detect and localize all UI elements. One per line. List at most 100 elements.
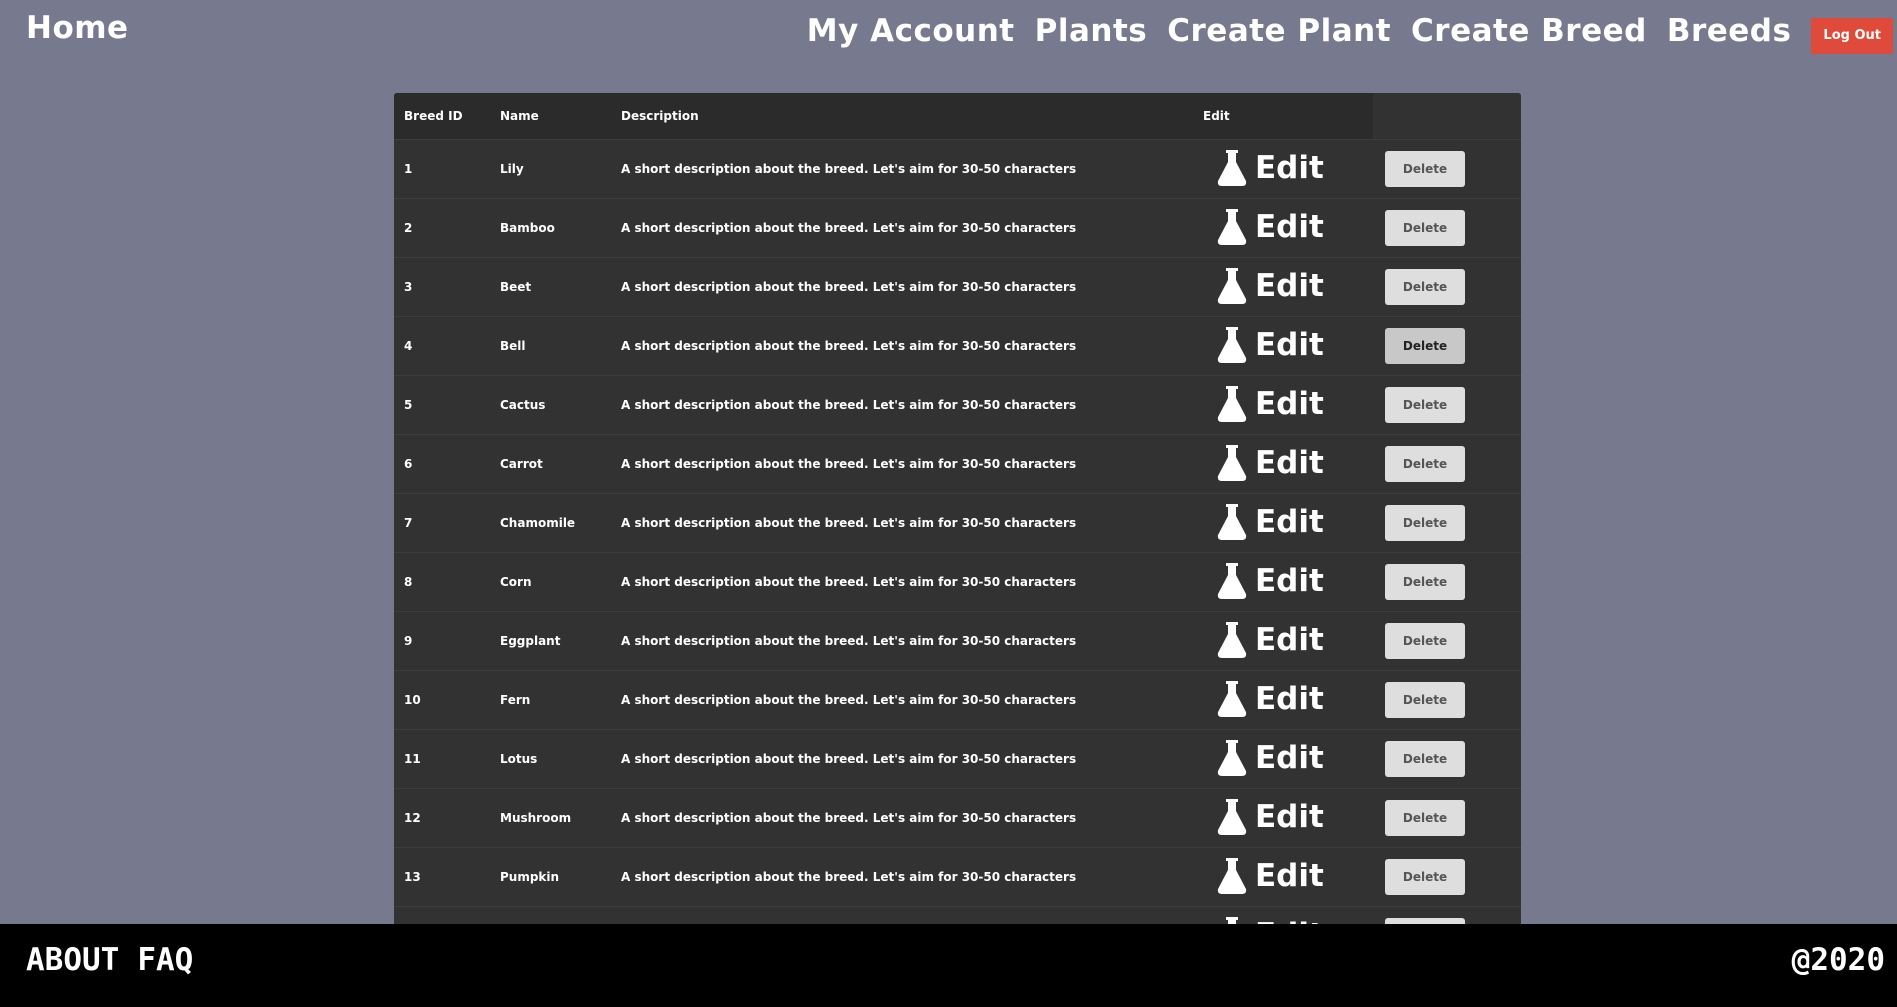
nav-my-account[interactable]: My Account xyxy=(807,13,1015,49)
breed-name-cell xyxy=(490,906,611,925)
breed-id-cell: 12 xyxy=(394,788,490,848)
table-row: 3 Beet A short description about the breed… xyxy=(394,257,1521,317)
delete-button[interactable]: Delete xyxy=(1385,387,1465,423)
table-row: 2 Bamboo A short description about the bre… xyxy=(394,198,1521,258)
edit-link[interactable]: Edit xyxy=(1217,444,1324,481)
nav-links: My Account Plants Create Plant Create Br… xyxy=(807,8,1897,54)
breed-name-cell: Lily xyxy=(490,139,611,199)
edit-cell: Edit xyxy=(1193,552,1373,612)
edit-link[interactable]: Edit xyxy=(1217,208,1324,245)
edit-cell: Edit xyxy=(1193,375,1373,435)
breed-description-cell: A short description about the breed. Let… xyxy=(611,375,1193,435)
breed-description-cell: A short description about the breed. Let… xyxy=(611,139,1193,199)
breed-id-cell xyxy=(394,906,490,925)
footer-about-link[interactable]: ABOUT xyxy=(26,942,119,978)
breed-name-cell: Carrot xyxy=(490,434,611,494)
logout-button[interactable]: Log Out xyxy=(1811,18,1893,54)
edit-cell: Edit xyxy=(1193,493,1373,553)
breed-description-cell: A short description about the breed. Let… xyxy=(611,670,1193,730)
table-row: 9 Eggplant A short description about the b… xyxy=(394,611,1521,671)
table-row: 6 Carrot A short description about the bre… xyxy=(394,434,1521,494)
nav-create-plant[interactable]: Create Plant xyxy=(1167,13,1391,49)
delete-button[interactable]: Delete xyxy=(1385,859,1465,895)
edit-link[interactable]: Edit xyxy=(1217,149,1324,186)
nav-plants[interactable]: Plants xyxy=(1035,13,1148,49)
breed-name-cell: Beet xyxy=(490,257,611,317)
table-row: 10 Fern A short description about the bree… xyxy=(394,670,1521,730)
edit-label: Edit xyxy=(1255,444,1324,481)
flask-icon xyxy=(1217,444,1247,481)
delete-button[interactable]: Delete xyxy=(1385,269,1465,305)
breed-id-cell: 4 xyxy=(394,316,490,376)
header-edit: Edit xyxy=(1193,93,1373,140)
nav-breeds[interactable]: Breeds xyxy=(1667,13,1792,49)
edit-cell: Edit xyxy=(1193,434,1373,494)
edit-cell: Edit xyxy=(1193,198,1373,258)
breed-id-cell: 7 xyxy=(394,493,490,553)
breed-id-cell: 2 xyxy=(394,198,490,258)
breed-id-cell: 3 xyxy=(394,257,490,317)
edit-cell: Edit xyxy=(1193,847,1373,907)
edit-label: Edit xyxy=(1255,267,1324,304)
flask-icon xyxy=(1217,503,1247,540)
edit-label: Edit xyxy=(1255,680,1324,717)
breed-description-cell: A short description about the breed. Let… xyxy=(611,493,1193,553)
breed-description-cell: A short description about the breed. Let… xyxy=(611,847,1193,907)
delete-button[interactable]: Delete xyxy=(1385,328,1465,364)
home-link[interactable]: Home xyxy=(26,10,129,46)
edit-link[interactable]: Edit xyxy=(1217,857,1324,894)
delete-button[interactable]: Delete xyxy=(1385,446,1465,482)
edit-link[interactable]: Edit xyxy=(1217,267,1324,304)
edit-link[interactable]: Edit xyxy=(1217,326,1324,363)
edit-link[interactable]: Edit xyxy=(1217,385,1324,422)
edit-cell: Edit xyxy=(1193,906,1373,925)
delete-button[interactable]: Delete xyxy=(1385,682,1465,718)
delete-cell: Delete xyxy=(1373,257,1521,317)
breed-name-cell: Lotus xyxy=(490,729,611,789)
delete-cell: Delete xyxy=(1373,493,1521,553)
table-row: 11 Lotus A short description about the bre… xyxy=(394,729,1521,789)
table-row: 4 Bell A short description about the breed… xyxy=(394,316,1521,376)
flask-icon xyxy=(1217,326,1247,363)
breed-id-cell: 1 xyxy=(394,139,490,199)
breed-id-cell: 11 xyxy=(394,729,490,789)
delete-cell: Delete xyxy=(1373,198,1521,258)
table-row: 5 Cactus A short description about the bre… xyxy=(394,375,1521,435)
edit-label: Edit xyxy=(1255,621,1324,658)
breed-name-cell: Mushroom xyxy=(490,788,611,848)
table-body: 1 Lily A short description about the breed… xyxy=(394,139,1521,925)
delete-button[interactable]: Delete xyxy=(1385,800,1465,836)
breed-name-cell: Cactus xyxy=(490,375,611,435)
breed-description-cell xyxy=(611,906,1193,925)
edit-label: Edit xyxy=(1255,326,1324,363)
edit-link[interactable]: Edit xyxy=(1217,680,1324,717)
delete-button[interactable]: Delete xyxy=(1385,564,1465,600)
flask-icon xyxy=(1217,857,1247,894)
edit-link[interactable]: Edit xyxy=(1217,503,1324,540)
breed-name-cell: Fern xyxy=(490,670,611,730)
table-row: 13 Pumpkin A short description about the b… xyxy=(394,847,1521,907)
edit-cell: Edit xyxy=(1193,316,1373,376)
edit-link[interactable]: Edit xyxy=(1217,621,1324,658)
header-breed-id: Breed ID xyxy=(394,93,490,140)
delete-button[interactable]: Delete xyxy=(1385,210,1465,246)
footer-faq-link[interactable]: FAQ xyxy=(137,942,193,978)
breed-name-cell: Chamomile xyxy=(490,493,611,553)
breed-description-cell: A short description about the breed. Let… xyxy=(611,198,1193,258)
header-blank xyxy=(1373,93,1521,140)
edit-link[interactable]: Edit xyxy=(1217,739,1324,776)
delete-button[interactable]: Delete xyxy=(1385,151,1465,187)
edit-link[interactable]: Edit xyxy=(1217,562,1324,599)
table-row: EditDelete xyxy=(394,906,1521,925)
flask-icon xyxy=(1217,680,1247,717)
copyright: @2020 xyxy=(1791,942,1885,978)
delete-cell: Delete xyxy=(1373,906,1521,925)
flask-icon xyxy=(1217,267,1247,304)
edit-label: Edit xyxy=(1255,208,1324,245)
delete-button[interactable]: Delete xyxy=(1385,505,1465,541)
delete-button[interactable]: Delete xyxy=(1385,741,1465,777)
breed-description-cell: A short description about the breed. Let… xyxy=(611,729,1193,789)
edit-link[interactable]: Edit xyxy=(1217,798,1324,835)
nav-create-breed[interactable]: Create Breed xyxy=(1411,13,1647,49)
delete-button[interactable]: Delete xyxy=(1385,623,1465,659)
